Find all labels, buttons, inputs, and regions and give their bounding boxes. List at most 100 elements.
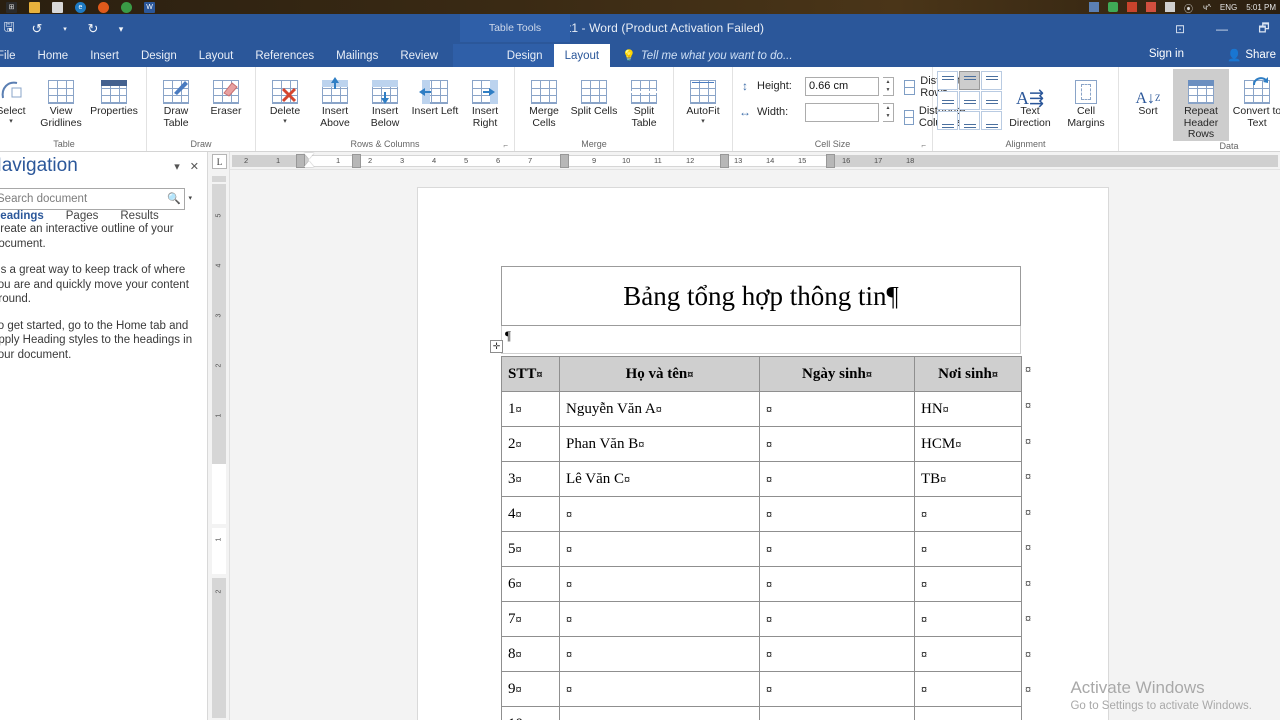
- table-row[interactable]: 8¤ ¤ ¤ ¤: [501, 636, 1022, 672]
- split-table-button[interactable]: Split Table: [619, 69, 669, 129]
- insert-above-button[interactable]: Insert Above: [310, 69, 360, 129]
- tab-stop-selector[interactable]: L: [212, 154, 227, 169]
- nav-tab-headings[interactable]: Headings: [0, 210, 44, 222]
- cell-stt[interactable]: 1¤: [501, 391, 560, 427]
- tab-table-layout[interactable]: Layout: [553, 44, 611, 67]
- document-canvas[interactable]: Bảng tổng hợp thông tin¶ ¶ ✛ STT¤ Họ và …: [230, 170, 1280, 720]
- cell-pob[interactable]: ¤: [914, 671, 1022, 707]
- cell-dob[interactable]: ¤: [759, 671, 915, 707]
- tab-insert[interactable]: Insert: [79, 44, 130, 67]
- word-icon[interactable]: W: [144, 1, 155, 13]
- cell-name[interactable]: Lê Văn C¤: [559, 461, 760, 497]
- horizontal-ruler[interactable]: 2 1 1 2 3 4 5 6 7 9 10 11 12 13 14 15 16…: [230, 152, 1280, 170]
- cell-stt[interactable]: 6¤: [501, 566, 560, 602]
- firefox-icon[interactable]: [98, 1, 109, 13]
- cell-name[interactable]: Nguyễn Văn A¤: [559, 391, 760, 427]
- delete-button[interactable]: Delete ▾: [260, 69, 310, 125]
- cell-pob[interactable]: HN¤: [914, 391, 1022, 427]
- cell-margins-button[interactable]: Cell Margins: [1058, 69, 1114, 129]
- cell-dob[interactable]: ¤: [759, 461, 915, 497]
- view-gridlines-button[interactable]: View Gridlines: [36, 69, 86, 129]
- cell-name[interactable]: ¤: [559, 601, 760, 637]
- table-row[interactable]: 7¤ ¤ ¤ ¤: [501, 601, 1022, 637]
- tray-language[interactable]: ENG: [1220, 3, 1237, 12]
- insert-left-button[interactable]: Insert Left: [410, 69, 460, 118]
- cell-pob[interactable]: ¤: [914, 531, 1022, 567]
- cell-stt[interactable]: 3¤: [501, 461, 560, 497]
- cell-stt[interactable]: 10¤: [501, 706, 560, 720]
- battery-icon[interactable]: [1164, 2, 1175, 12]
- table-header-row[interactable]: STT¤ Họ và tên¤ Ngày sinh¤ Nơi sinh¤: [501, 356, 1022, 392]
- cell-stt[interactable]: 5¤: [501, 531, 560, 567]
- tab-mailings[interactable]: Mailings: [325, 44, 389, 67]
- table-row[interactable]: 3¤ Lê Văn C¤ ¤ TB¤: [501, 461, 1022, 497]
- search-input[interactable]: Search document: [0, 188, 185, 210]
- align-top-left-button[interactable]: [937, 71, 958, 90]
- eraser-button[interactable]: Eraser: [201, 69, 251, 118]
- table-row[interactable]: 1¤ Nguyễn Văn A¤ ¤ HN¤: [501, 391, 1022, 427]
- table-row[interactable]: 2¤ Phan Văn B¤ ¤ HCM¤: [501, 426, 1022, 462]
- vertical-ruler[interactable]: L 5 4 3 2 1 1 2: [208, 152, 230, 720]
- hruler-column-marker-4[interactable]: [720, 154, 729, 168]
- insert-right-button[interactable]: Insert Right: [460, 69, 510, 129]
- share-button[interactable]: 👤 Share: [1227, 48, 1276, 62]
- cell-dob[interactable]: ¤: [759, 706, 915, 720]
- task-view-icon[interactable]: ⊞: [6, 1, 17, 13]
- align-bottom-left-button[interactable]: [937, 111, 958, 130]
- autofit-caret-icon[interactable]: ▾: [701, 118, 705, 125]
- draw-table-button[interactable]: Draw Table: [151, 69, 201, 129]
- check-icon[interactable]: [1145, 2, 1156, 12]
- table-row[interactable]: 5¤ ¤ ¤ ¤: [501, 531, 1022, 567]
- cell-stt[interactable]: 9¤: [501, 671, 560, 707]
- properties-button[interactable]: Properties: [86, 69, 142, 118]
- cell-size-dialog-launcher-icon[interactable]: ⌐: [921, 141, 926, 150]
- cell-name[interactable]: ¤: [559, 671, 760, 707]
- align-center-left-button[interactable]: [937, 91, 958, 110]
- align-bottom-center-button[interactable]: [959, 111, 980, 130]
- cell-name[interactable]: Phan Văn B¤: [559, 426, 760, 462]
- display-icon[interactable]: [1088, 2, 1099, 12]
- cell-dob[interactable]: ¤: [759, 531, 915, 567]
- cell-name[interactable]: ¤: [559, 706, 760, 720]
- column-header-stt[interactable]: STT¤: [501, 356, 560, 392]
- select-caret-icon[interactable]: ▾: [9, 118, 13, 125]
- nav-tab-pages[interactable]: Pages: [66, 210, 99, 222]
- cell-stt[interactable]: 8¤: [501, 636, 560, 672]
- tab-review[interactable]: Review: [389, 44, 449, 67]
- cell-dob[interactable]: ¤: [759, 496, 915, 532]
- cell-height-input[interactable]: 0.66 cm: [805, 76, 879, 96]
- cell-pob[interactable]: ¤: [914, 496, 1022, 532]
- cell-dob[interactable]: ¤: [759, 601, 915, 637]
- cell-dob[interactable]: ¤: [759, 636, 915, 672]
- hruler-column-marker-5[interactable]: [826, 154, 835, 168]
- sort-button[interactable]: A↓ Z Sort: [1123, 69, 1173, 118]
- align-top-center-button[interactable]: [959, 71, 980, 90]
- insert-below-button[interactable]: Insert Below: [360, 69, 410, 129]
- cell-height-spinner[interactable]: ▲ ▼: [883, 76, 894, 96]
- cell-pob[interactable]: HCM¤: [914, 426, 1022, 462]
- tab-references[interactable]: References: [244, 44, 325, 67]
- table-move-handle[interactable]: ✛: [490, 340, 503, 353]
- convert-to-text-button[interactable]: Convert to Text: [1229, 69, 1280, 129]
- tab-design[interactable]: Design: [130, 44, 188, 67]
- cell-name[interactable]: ¤: [559, 496, 760, 532]
- restore-icon[interactable]: 🗗: [1256, 19, 1272, 40]
- search-icon[interactable]: 🔍: [167, 192, 181, 205]
- tray-input-indicator[interactable]: ч^: [1203, 3, 1211, 12]
- cell-name[interactable]: ¤: [559, 636, 760, 672]
- cell-pob[interactable]: ¤: [914, 566, 1022, 602]
- navigation-pane-close-icon[interactable]: ✕: [190, 160, 199, 173]
- network-icon[interactable]: ⦿: [1184, 2, 1194, 14]
- edge-icon[interactable]: e: [75, 1, 86, 13]
- hruler-first-line-indent-marker[interactable]: [304, 153, 314, 159]
- tray-clock[interactable]: 5:01 PM: [1246, 3, 1276, 12]
- folder-icon[interactable]: [29, 1, 40, 13]
- hruler-column-marker-2[interactable]: [352, 154, 361, 168]
- cell-stt[interactable]: 2¤: [501, 426, 560, 462]
- cell-name[interactable]: ¤: [559, 566, 760, 602]
- store-icon[interactable]: [52, 1, 63, 13]
- hruler-left-indent-marker[interactable]: [304, 161, 314, 167]
- table-row[interactable]: 4¤ ¤ ¤ ¤: [501, 496, 1022, 532]
- cell-stt[interactable]: 4¤: [501, 496, 560, 532]
- autofit-button[interactable]: AutoFit ▾: [678, 69, 728, 125]
